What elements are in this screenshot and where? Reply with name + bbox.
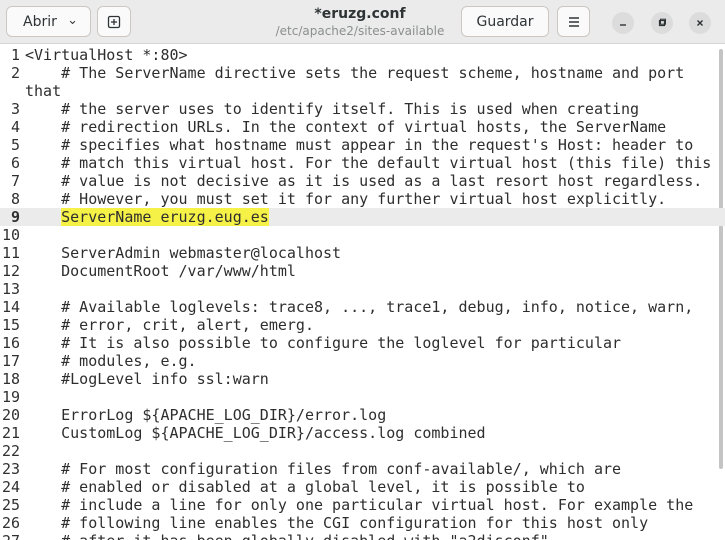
open-button[interactable]: Abrir ⌄ <box>6 6 91 37</box>
line-text: CustomLog ${APACHE_LOG_DIR}/access.log c… <box>25 424 486 442</box>
minimize-button[interactable] <box>612 12 634 34</box>
line-number: 18 <box>1 370 20 388</box>
line-text: # specifies what hostname must appear in… <box>25 136 694 154</box>
line-number: 10 <box>1 226 20 244</box>
minimize-icon <box>620 24 626 26</box>
line-text: # The ServerName directive sets the requ… <box>25 64 685 82</box>
new-tab-icon <box>107 15 121 28</box>
file-path: /etc/apache2/sites-available <box>275 24 445 38</box>
line-number: 6 <box>10 154 20 172</box>
line-text: # modules, e.g. <box>25 352 197 370</box>
line-number: 27 <box>0 532 20 540</box>
line-text: # It is also possible to configure the l… <box>25 334 622 352</box>
line-number: 3 <box>10 100 20 118</box>
line-number: 2 <box>10 64 20 82</box>
menu-button[interactable] <box>557 6 590 37</box>
line-text: # following line enables the CGI configu… <box>25 514 649 532</box>
maximize-button[interactable] <box>651 12 673 34</box>
line-number: 7 <box>10 172 20 190</box>
line-text: # However, you must set it for any furth… <box>25 190 667 208</box>
line-number: 24 <box>1 478 20 496</box>
line-number: 14 <box>1 298 20 316</box>
line-text: DocumentRoot /var/www/html <box>25 262 296 280</box>
line-text: ServerName eruzg.eug.es <box>25 208 269 226</box>
line-text: # match this virtual host. For the defau… <box>25 154 712 172</box>
line-text: # the server uses to identify itself. Th… <box>25 100 640 118</box>
line-number: 23 <box>1 460 20 478</box>
line-number: 11 <box>1 244 20 262</box>
line-number: 13 <box>1 280 20 298</box>
line-number: 19 <box>1 388 20 406</box>
header-bar: Abrir ⌄ *eruzg.conf /etc/apache2/sites-a… <box>0 0 725 44</box>
line-text: # after it has been globally disabled wi… <box>25 532 558 540</box>
line-text: <VirtualHost *:80> <box>25 46 188 64</box>
line-number: 9 <box>10 208 20 226</box>
line-text: # value is not decisive as it is used as… <box>25 172 703 190</box>
text-editor[interactable]: 1 <VirtualHost *:80> 2 # The ServerName di… <box>0 45 725 540</box>
line-text: # enabled or disabled at a global level,… <box>25 478 585 496</box>
window-title-area: *eruzg.conf /etc/apache2/sites-available <box>220 5 500 39</box>
line-number: 8 <box>10 190 20 208</box>
line-number: 15 <box>1 316 20 334</box>
line-number: 12 <box>1 262 20 280</box>
line-text: # include a line for only one particular… <box>25 496 694 514</box>
line-number: 4 <box>10 118 20 136</box>
line-number: 21 <box>1 424 20 442</box>
save-button[interactable]: Guardar <box>461 6 549 37</box>
chevron-down-icon: ⌄ <box>67 13 78 28</box>
line-text: # Available loglevels: trace8, ..., trac… <box>25 298 694 316</box>
line-number: 16 <box>1 334 20 352</box>
new-tab-button[interactable] <box>97 6 131 37</box>
close-icon <box>697 20 703 26</box>
close-button[interactable] <box>689 12 711 34</box>
window-title: *eruzg.conf <box>314 6 406 22</box>
line-text: #LogLevel info ssl:warn <box>25 370 269 388</box>
line-text: # error, crit, alert, emerg. <box>25 316 314 334</box>
highlighted-text: ServerName eruzg.eug.es <box>61 208 269 226</box>
open-button-label: Abrir <box>23 13 57 30</box>
line-text: # redirection URLs. In the context of vi… <box>25 118 667 136</box>
line-number: 20 <box>1 406 20 424</box>
line-number: 1 <box>10 46 20 64</box>
line-number: 22 <box>1 442 20 460</box>
line-text: # For most configuration files from conf… <box>25 460 622 478</box>
line-number: 26 <box>1 514 20 532</box>
vertical-scrollbar[interactable] <box>719 49 723 469</box>
hamburger-menu-icon <box>568 16 579 27</box>
line-text: ErrorLog ${APACHE_LOG_DIR}/error.log <box>25 406 387 424</box>
line-text: that <box>25 82 62 100</box>
line-number: 5 <box>10 136 20 154</box>
maximize-icon <box>658 18 666 27</box>
line-number: 17 <box>1 352 20 370</box>
line-text: ServerAdmin webmaster@localhost <box>25 244 342 262</box>
line-number: 25 <box>1 496 20 514</box>
